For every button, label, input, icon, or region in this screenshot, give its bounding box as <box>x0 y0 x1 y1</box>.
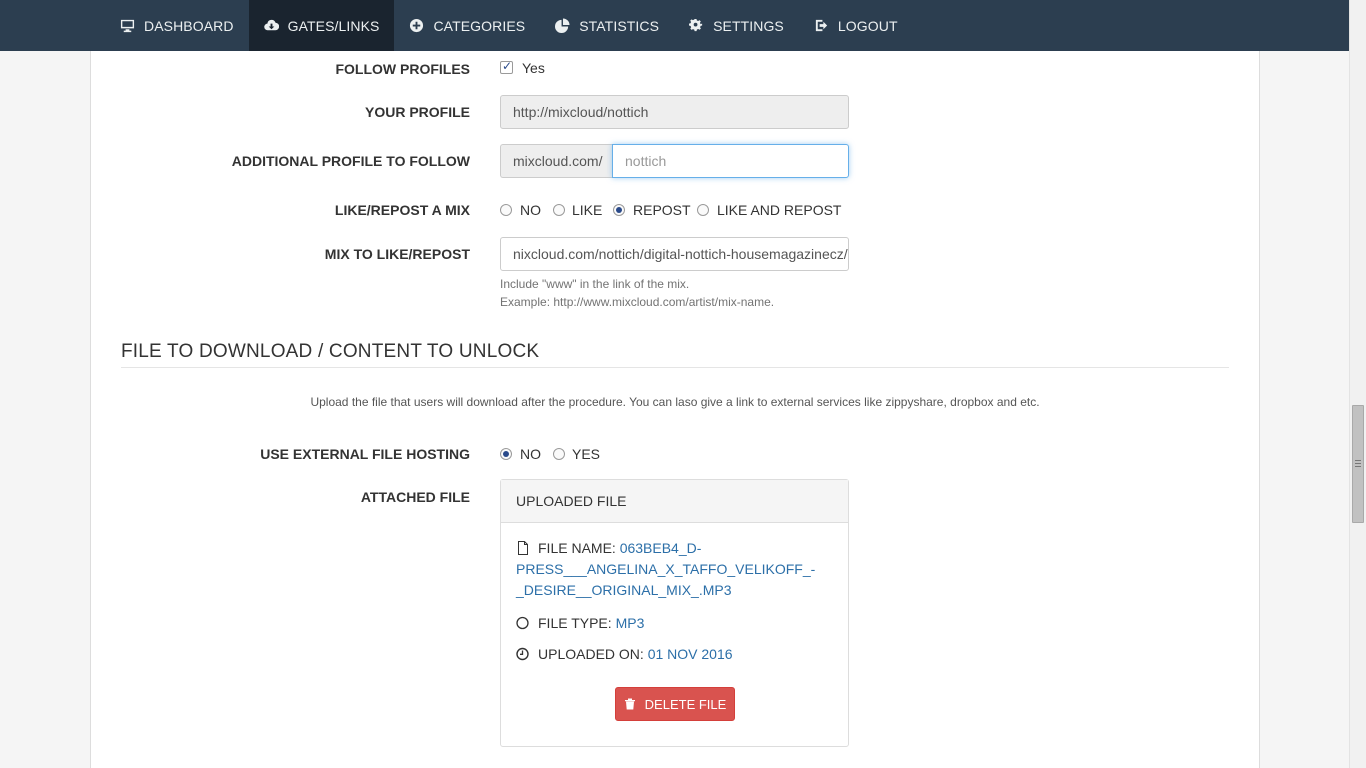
like-repost-option-repost: REPOST <box>633 202 691 218</box>
delete-file-button[interactable]: DELETE FILE <box>615 687 735 721</box>
your-profile-label: YOUR PROFILE <box>364 104 470 120</box>
file-icon <box>518 541 528 555</box>
file-type-label: FILE TYPE: <box>538 615 612 631</box>
file-name-label: FILE NAME: <box>538 540 616 556</box>
additional-profile-label: ADDITIONAL PROFILE TO FOLLOW <box>231 153 470 169</box>
external-hosting-radio-yes[interactable] <box>553 448 565 460</box>
top-navbar: DASHBOARD GATES/LINKS CATEGORIES STATIST… <box>0 0 1349 51</box>
scrollbar-grip-icon <box>1355 460 1361 467</box>
plus-circle-icon <box>410 18 424 33</box>
mix-url-input[interactable]: nixcloud.com/nottich/digital-nottich-hou… <box>500 237 849 271</box>
section-divider <box>121 367 1229 368</box>
external-hosting-option-no: NO <box>520 446 541 462</box>
file-type-value: MP3 <box>615 615 645 631</box>
nav-categories[interactable]: CATEGORIES <box>394 0 540 51</box>
external-hosting-label: USE EXTERNAL FILE HOSTING <box>260 446 470 462</box>
file-section-description: Upload the file that users will download… <box>310 395 1040 409</box>
uploaded-file-panel: UPLOADED FILE FILE NAME: 063BEB4_D- PRES… <box>500 479 849 747</box>
nav-statistics-label: STATISTICS <box>579 17 660 34</box>
circle-icon <box>516 616 529 630</box>
nav-dashboard[interactable]: DASHBOARD <box>105 0 249 51</box>
nav-categories-label: CATEGORIES <box>433 17 526 34</box>
file-type-row: FILE TYPE: MP3 <box>516 613 644 634</box>
follow-profiles-label: FOLLOW PROFILES <box>335 61 470 77</box>
like-repost-option-no: NO <box>520 202 541 218</box>
logout-icon <box>815 19 827 32</box>
uploaded-on-row: UPLOADED ON: 01 NOV 2016 <box>516 644 733 665</box>
monitor-icon <box>120 19 135 33</box>
follow-profiles-option: Yes <box>522 60 545 76</box>
uploaded-on-label: UPLOADED ON: <box>538 646 644 662</box>
file-name-line-1: 063BEB4_D- <box>619 540 702 556</box>
your-profile-field[interactable]: http://mixcloud/nottich <box>500 95 849 129</box>
scrollbar-thumb[interactable] <box>1352 405 1364 523</box>
like-repost-option-like-and-repost: LIKE AND REPOST <box>717 202 842 218</box>
pie-chart-icon <box>555 18 570 33</box>
mix-to-like-label: MIX TO LIKE/REPOST <box>324 246 470 262</box>
gears-icon <box>689 18 703 32</box>
nav-gates-links[interactable]: GATES/LINKS <box>248 0 395 51</box>
nav-settings[interactable]: SETTINGS <box>674 0 799 51</box>
like-repost-label: LIKE/REPOST A MIX <box>334 202 470 218</box>
nav-statistics[interactable]: STATISTICS <box>540 0 674 51</box>
nav-settings-label: SETTINGS <box>713 17 784 34</box>
like-repost-radio-like[interactable] <box>553 204 565 216</box>
file-name-line-3: _DESIRE__ORIGINAL_MIX_.MP3 <box>516 582 732 598</box>
nav-logout-label: LOGOUT <box>837 17 898 34</box>
nav-logout[interactable]: LOGOUT <box>799 0 913 51</box>
external-hosting-option-yes: YES <box>572 446 601 462</box>
mix-help-line-2: Example: http://www.mixcloud.com/artist/… <box>500 295 775 309</box>
additional-profile-input[interactable]: nottich <box>612 144 849 178</box>
external-hosting-radio-no[interactable] <box>500 448 512 460</box>
like-repost-radio-repost[interactable] <box>613 204 625 216</box>
clock-icon <box>516 647 529 661</box>
follow-profiles-checkbox[interactable] <box>500 59 513 74</box>
trash-icon <box>624 698 635 710</box>
file-section-title: FILE TO DOWNLOAD / CONTENT TO UNLOCK <box>121 341 540 362</box>
like-repost-option-like: LIKE <box>572 202 603 218</box>
nav-dashboard-label: DASHBOARD <box>144 17 234 34</box>
like-repost-radio-no[interactable] <box>500 204 512 216</box>
cloud-download-icon <box>263 19 279 31</box>
mixcloud-prefix-addon: mixcloud.com/ <box>500 144 612 178</box>
mix-help-line-1: Include "www" in the link of the mix. <box>500 277 690 291</box>
uploaded-file-heading: UPLOADED FILE <box>501 480 848 523</box>
file-name-row: FILE NAME: 063BEB4_D- PRESS___ANGELINA_X… <box>516 538 836 601</box>
attached-file-label: ATTACHED FILE <box>360 489 470 505</box>
vertical-scrollbar[interactable] <box>1349 0 1366 768</box>
file-name-line-2: PRESS___ANGELINA_X_TAFFO_VELIKOFF_- <box>516 561 816 577</box>
uploaded-on-value: 01 NOV 2016 <box>647 646 733 662</box>
like-repost-radio-like-and-repost[interactable] <box>697 204 709 216</box>
nav-gates-links-label: GATES/LINKS <box>287 17 380 34</box>
delete-file-label: DELETE FILE <box>644 696 727 712</box>
